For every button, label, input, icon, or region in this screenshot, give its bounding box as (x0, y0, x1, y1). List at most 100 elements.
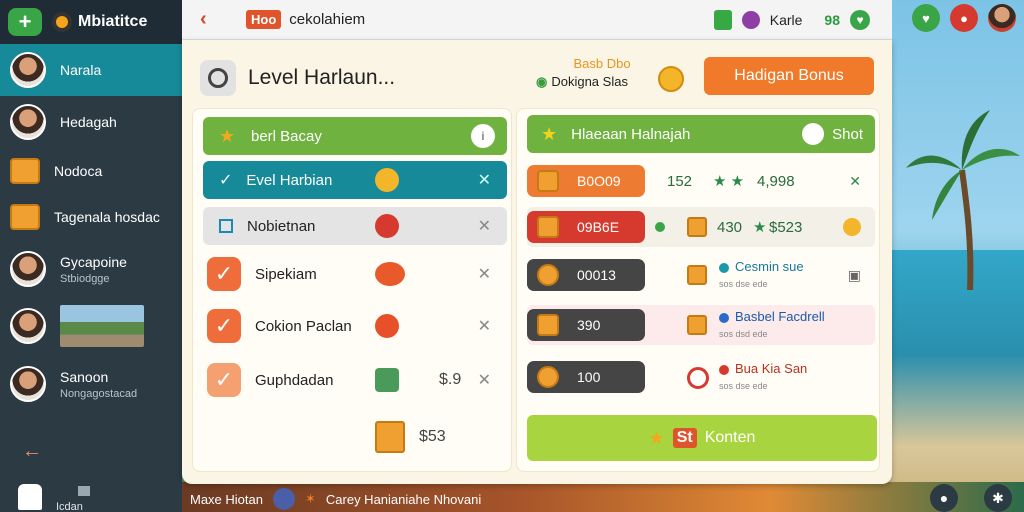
sidebar-item-gycapoine[interactable]: Gycapoine Stbiodgge (0, 240, 182, 298)
table-row[interactable]: 100 Bua Kia San sos dse ede (527, 357, 875, 397)
gem-icon (713, 9, 732, 30)
box-icon (375, 421, 405, 453)
lock-icon[interactable]: ● (930, 484, 958, 512)
close-icon[interactable]: ✕ (478, 264, 491, 284)
star-icon: ★ (219, 125, 236, 146)
list-item-label: Evel Harbian (246, 171, 333, 189)
reward-pill[interactable]: B0O09 (527, 165, 645, 197)
list-item-label: Sipekiam (255, 265, 317, 283)
profile-avatar[interactable] (988, 4, 1016, 32)
pill-value: 390 (577, 317, 601, 333)
list-item-label: berl Bacay (251, 127, 322, 145)
list-item[interactable]: ✓ Sipekiam ✕ (203, 255, 507, 293)
score-count: 98 (824, 11, 840, 28)
sidebar-header: + Mbiatitce (0, 0, 182, 44)
app-name: Mbiatitce (78, 13, 148, 30)
konten-label: Konten (704, 429, 756, 446)
lock-icon[interactable] (18, 484, 42, 510)
bottom-left-label[interactable]: Maxe Hiotan (190, 492, 263, 507)
globe-icon[interactable] (272, 488, 295, 510)
row-name: Basbel Facdrell (735, 309, 825, 324)
row-sub: sos dsd ede (719, 329, 768, 339)
leaf-icon (655, 222, 665, 232)
rewards-header-label: Hlaeaan Halnajah (571, 125, 691, 143)
reward-pill[interactable]: 09B6E (527, 211, 645, 243)
dot-icon (719, 313, 729, 323)
list-total: $53 (375, 421, 446, 453)
box-icon (687, 217, 707, 237)
sidebar-item-tagenala[interactable]: Tagenala hosdac (0, 194, 182, 240)
star-icon: ★ (753, 219, 767, 236)
bottom-right-label[interactable]: Carey Hanianiahe Nhovani (326, 492, 481, 507)
close-icon[interactable]: ✕ (478, 316, 491, 336)
list-item[interactable]: ✓ Evel Harbian ✕ (203, 161, 507, 199)
konten-badge: St (672, 428, 697, 448)
check-icon[interactable]: ✓ (207, 363, 241, 397)
checkbox[interactable] (219, 219, 233, 233)
table-row[interactable]: 00013 Cesmin sue sos dse ede ▣ (527, 255, 875, 295)
sidebar-item-narala[interactable]: Narala (0, 44, 182, 96)
bonus-button[interactable]: Hadigan Bonus (704, 57, 874, 95)
sidebar-item-hedagah[interactable]: Hedagah (0, 96, 182, 148)
image-icon[interactable]: ▣ (848, 267, 861, 284)
palm-tree-icon (906, 110, 1020, 290)
avatar (10, 251, 46, 287)
heart-icon[interactable]: ♥ (850, 9, 870, 30)
list-item-label: Nobietnan (247, 217, 316, 235)
list-item[interactable]: Nobietnan ✕ (203, 207, 507, 245)
konten-button[interactable]: ★ St Konten (527, 415, 877, 461)
sidebar-item-nodoca[interactable]: Nodoca (0, 148, 182, 194)
list-item[interactable]: ✓ Cokion Paclan ✕ (203, 307, 507, 345)
pill-value: 00013 (577, 267, 616, 283)
table-row[interactable]: B0O09 152 ★ ★ 4,998 ✕ (527, 161, 875, 201)
heart-badge-icon[interactable]: ♥ (912, 4, 940, 32)
check-icon[interactable]: ✓ (207, 309, 241, 343)
row-sub: sos dse ede (719, 279, 768, 289)
close-icon[interactable]: ✕ (478, 170, 491, 190)
bonus-line-2: Dokigna Slas (551, 74, 628, 89)
list-item[interactable]: ✓ Guphdadan $.9 ✕ (203, 361, 507, 399)
photo-thumbnail[interactable] (60, 305, 144, 347)
pill-value: 100 (577, 369, 601, 385)
row-sub: sos dse ede (719, 381, 768, 391)
close-icon[interactable]: ✕ (478, 216, 491, 236)
sidebar-item-photo[interactable] (0, 298, 182, 354)
sidebar-item-label: Gycapoine (60, 253, 127, 270)
bag-icon (375, 368, 399, 392)
reward-pill[interactable]: 100 (527, 361, 645, 393)
coin-icon (843, 218, 861, 236)
close-icon[interactable]: ✕ (849, 173, 861, 190)
row-value-a: 430 (717, 218, 743, 236)
flower-icon (375, 214, 399, 238)
check-icon[interactable]: ✓ (207, 257, 241, 291)
close-icon[interactable]: ✕ (478, 370, 491, 390)
gear-icon[interactable]: ✱ (984, 484, 1012, 512)
star-icon: ✶ (304, 491, 316, 506)
sidebar-item-label: Narala (60, 62, 102, 78)
list-item[interactable]: ★ berl Bacay i (203, 117, 507, 155)
back-arrow-icon[interactable]: ← (22, 440, 42, 463)
sidebar-item-label: Nodoca (54, 163, 103, 179)
sidebar-item-sub: Stbiodgge (60, 272, 110, 285)
info-button[interactable]: i (471, 124, 495, 148)
avatar (10, 308, 46, 344)
row-value-a: 152 (667, 172, 693, 190)
fruit-icon (375, 314, 399, 338)
sidebar-item-label: Sanoon (60, 368, 109, 385)
reward-pill[interactable]: 390 (527, 309, 645, 341)
level-icon (200, 60, 236, 96)
list-item-label: Cokion Paclan (255, 317, 352, 335)
table-row[interactable]: 390 Basbel Facdrell sos dsd ede (527, 305, 875, 345)
pill-value: 09B6E (577, 219, 620, 235)
shot-button[interactable]: Shot (802, 123, 863, 145)
add-button[interactable]: + (8, 8, 42, 36)
sidebar: + Mbiatitce Narala Hedagah Nodoca Tagena… (0, 0, 182, 512)
table-row[interactable]: 09B6E 430 ★ $523 (527, 207, 875, 247)
reward-pill[interactable]: 00013 (527, 259, 645, 291)
rewards-list: ★ Hlaeaan Halnajah Shot B0O09 152 ★ ★ 4,… (516, 108, 880, 472)
star-icon: ★ (648, 427, 665, 448)
chevron-left-icon[interactable]: ‹ (200, 8, 228, 31)
sidebar-item-sanoon[interactable]: Sanoon Nongagostacad (0, 354, 182, 414)
app-logo[interactable]: Mbiatitce (52, 12, 147, 32)
notification-icon[interactable]: ● (950, 4, 978, 32)
